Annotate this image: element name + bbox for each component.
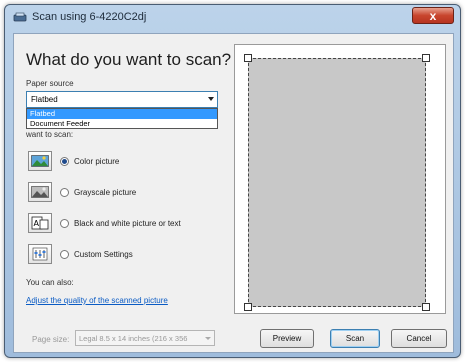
scan-dialog-window: Scan using 6-4220C2dj x What do you want… — [4, 4, 461, 358]
crop-handle-top-right[interactable] — [422, 54, 430, 62]
custom-settings-icon — [28, 244, 52, 264]
close-icon: x — [429, 8, 437, 23]
you-can-also-label: You can also: — [26, 278, 74, 287]
black-white-text-icon: A — [28, 213, 52, 233]
window-title: Scan using 6-4220C2dj — [32, 11, 147, 23]
cancel-button[interactable]: Cancel — [391, 329, 447, 348]
black-white-radio[interactable] — [60, 218, 69, 228]
page-size-label: Page size: — [32, 335, 70, 344]
crop-handle-bottom-right[interactable] — [422, 303, 430, 311]
option-custom-settings[interactable]: Custom Settings — [28, 244, 133, 264]
scan-region[interactable] — [248, 58, 426, 307]
option-label: Black and white picture or text — [74, 218, 181, 228]
option-label: Grayscale picture — [74, 187, 137, 197]
option-black-white-picture[interactable]: A Black and white picture or text — [28, 213, 181, 233]
color-picture-radio[interactable] — [60, 156, 69, 166]
scan-button[interactable]: Scan — [330, 329, 380, 348]
crop-handle-top-left[interactable] — [244, 54, 252, 62]
option-grayscale-picture[interactable]: Grayscale picture — [28, 182, 136, 202]
crop-handle-bottom-left[interactable] — [244, 303, 252, 311]
scanner-icon — [13, 11, 27, 23]
option-label: Color picture — [74, 156, 120, 166]
close-button[interactable]: x — [412, 7, 454, 24]
dialog-content: What do you want to scan? Paper source F… — [13, 33, 454, 353]
page-size-select[interactable]: Legal 8.5 x 14 inches (216 x 356 — [75, 330, 215, 346]
paper-source-dropdown: Flatbed Document Feeder — [26, 108, 218, 129]
custom-settings-radio[interactable] — [60, 249, 69, 259]
scan-preview-pane — [234, 44, 446, 314]
chevron-down-icon[interactable] — [205, 337, 211, 340]
page-title: What do you want to scan? — [26, 50, 232, 69]
title-bar[interactable]: Scan using 6-4220C2dj x — [5, 5, 460, 29]
paper-source-label: Paper source — [26, 79, 74, 88]
adjust-quality-link[interactable]: Adjust the quality of the scanned pictur… — [26, 296, 168, 305]
option-color-picture[interactable]: Color picture — [28, 151, 119, 171]
option-label: Custom Settings — [74, 249, 133, 259]
svg-text:A: A — [34, 219, 40, 228]
chevron-down-icon[interactable] — [208, 97, 214, 101]
dropdown-option-document-feeder[interactable]: Document Feeder — [27, 119, 217, 129]
preview-button[interactable]: Preview — [260, 329, 314, 348]
grayscale-picture-icon — [28, 182, 52, 202]
paper-source-value: Flatbed — [31, 95, 58, 104]
paper-source-select[interactable]: Flatbed — [26, 91, 218, 108]
color-picture-icon — [28, 151, 52, 171]
dropdown-option-flatbed[interactable]: Flatbed — [27, 109, 217, 119]
want-to-scan-label: want to scan: — [26, 130, 74, 139]
grayscale-picture-radio[interactable] — [60, 187, 69, 197]
page-size-value: Legal 8.5 x 14 inches (216 x 356 — [79, 333, 188, 343]
